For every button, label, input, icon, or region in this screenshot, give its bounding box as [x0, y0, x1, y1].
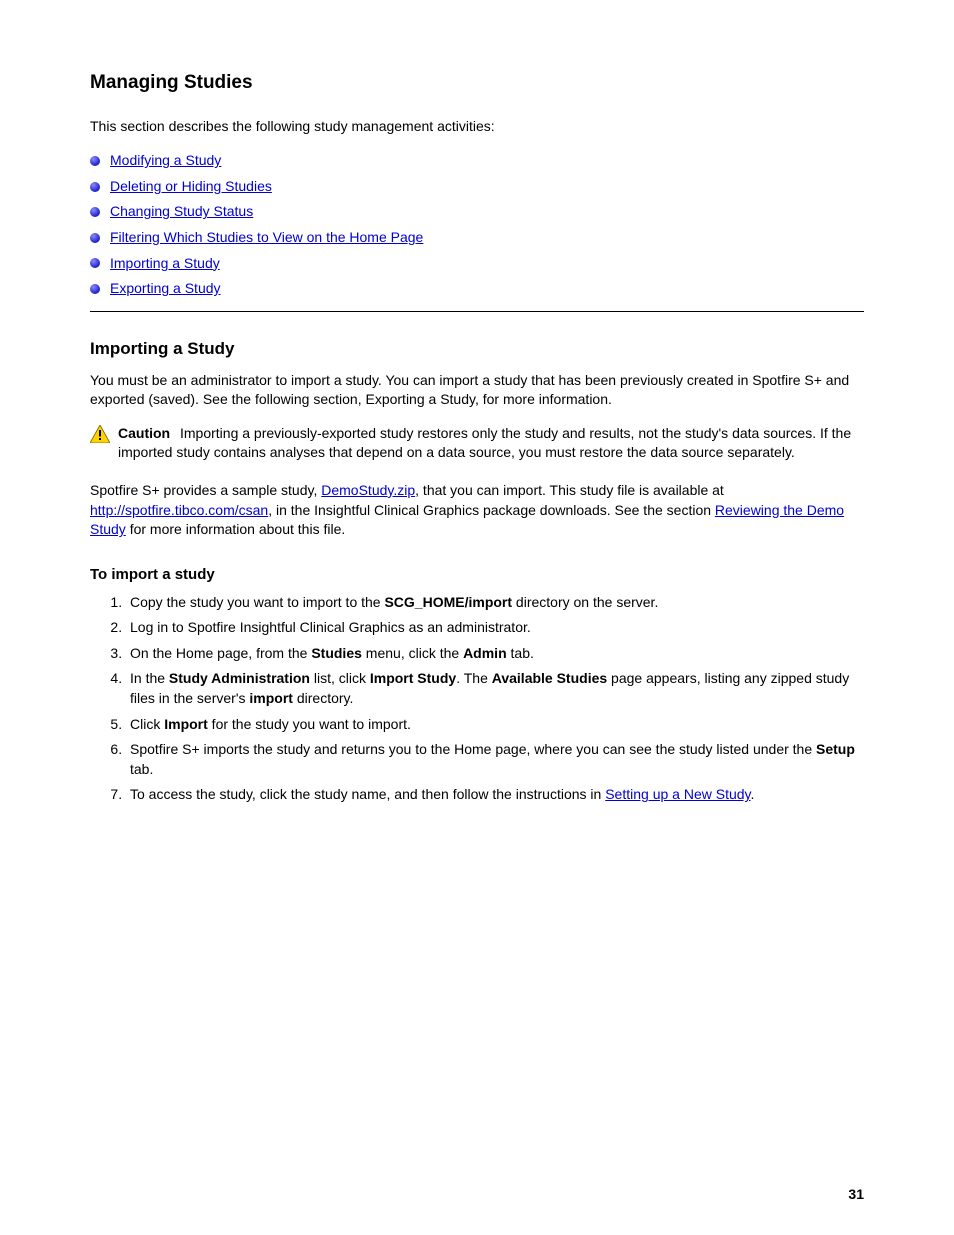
- step5-after: for the study you want to import.: [208, 716, 411, 732]
- link-setting-up-study[interactable]: Setting up a New Study: [605, 786, 750, 802]
- p2-pre: Spotfire S+ provides a sample study,: [90, 482, 321, 498]
- list-item: Changing Study Status: [90, 202, 864, 222]
- step6-pre: Spotfire S+ imports the study and return…: [130, 741, 816, 757]
- paragraph-1: You must be an administrator to import a…: [90, 371, 864, 410]
- bullet-icon: [90, 182, 100, 192]
- p2-mid1: , that you can import. This study file i…: [415, 482, 724, 498]
- step-1: Copy the study you want to import to the…: [126, 593, 864, 613]
- step4-mid2: . The: [456, 670, 492, 686]
- step4-pre: In the: [130, 670, 169, 686]
- link-deleting-hiding[interactable]: Deleting or Hiding Studies: [110, 177, 272, 197]
- step3-mid: menu, click the: [362, 645, 463, 661]
- link-filtering[interactable]: Filtering Which Studies to View on the H…: [110, 228, 423, 248]
- paragraph-2: Spotfire S+ provides a sample study, Dem…: [90, 481, 864, 540]
- step4-bold: Study Administration: [169, 670, 310, 686]
- caution-label: Caution: [118, 425, 170, 441]
- steps-list: Copy the study you want to import to the…: [90, 593, 864, 805]
- bullet-icon: [90, 258, 100, 268]
- page: Managing Studies This section describes …: [0, 0, 954, 1235]
- step4-bold4: import: [249, 690, 293, 706]
- step5-pre: Click: [130, 716, 164, 732]
- section-title: Managing Studies: [90, 70, 864, 97]
- p2-mid2: , in the Insightful Clinical Graphics pa…: [268, 502, 715, 518]
- divider: [90, 311, 864, 312]
- step-7: To access the study, click the study nam…: [126, 785, 864, 805]
- warning-icon: [90, 425, 110, 443]
- step1-bold: SCG_HOME/import: [384, 594, 512, 610]
- list-item: Exporting a Study: [90, 279, 864, 299]
- step4-bold3: Available Studies: [492, 670, 607, 686]
- step1-pre: Copy the study you want to import to the: [130, 594, 384, 610]
- subsub-to-import: To import a study: [90, 564, 864, 585]
- step4-bold2: Import Study: [370, 670, 456, 686]
- bullet-icon: [90, 233, 100, 243]
- link-changing-status[interactable]: Changing Study Status: [110, 202, 253, 222]
- step-5: Click Import for the study you want to i…: [126, 715, 864, 735]
- bullet-icon: [90, 207, 100, 217]
- page-number: 31: [848, 1185, 864, 1205]
- subhead-importing: Importing a Study: [90, 337, 864, 361]
- step-3: On the Home page, from the Studies menu,…: [126, 644, 864, 664]
- link-demostudy-zip[interactable]: DemoStudy.zip: [321, 482, 415, 498]
- list-item: Filtering Which Studies to View on the H…: [90, 228, 864, 248]
- link-importing[interactable]: Importing a Study: [110, 254, 220, 274]
- link-modifying-study[interactable]: Modifying a Study: [110, 151, 221, 171]
- step5-bold: Import: [164, 716, 208, 732]
- step6-after: tab.: [130, 761, 153, 777]
- bullet-icon: [90, 284, 100, 294]
- step4-after: directory.: [293, 690, 353, 706]
- step6-bold: Setup: [816, 741, 855, 757]
- list-item: Deleting or Hiding Studies: [90, 177, 864, 197]
- list-item: Importing a Study: [90, 254, 864, 274]
- step4-mid1: list, click: [310, 670, 370, 686]
- intro-text: This section describes the following stu…: [90, 117, 864, 137]
- link-list: Modifying a Study Deleting or Hiding Stu…: [90, 151, 864, 299]
- link-csan-url[interactable]: http://spotfire.tibco.com/csan: [90, 502, 268, 518]
- step-6: Spotfire S+ imports the study and return…: [126, 740, 864, 779]
- caution-block: Caution Importing a previously-exported …: [90, 424, 864, 463]
- step7-after: .: [751, 786, 755, 802]
- caution-text-wrap: Caution Importing a previously-exported …: [118, 424, 864, 463]
- list-item: Modifying a Study: [90, 151, 864, 171]
- step-2: Log in to Spotfire Insightful Clinical G…: [126, 618, 864, 638]
- step3-pre: On the Home page, from the: [130, 645, 311, 661]
- caution-text: Importing a previously-exported study re…: [118, 425, 851, 461]
- step-4: In the Study Administration list, click …: [126, 669, 864, 708]
- step3-after: tab.: [507, 645, 534, 661]
- step7-pre: To access the study, click the study nam…: [130, 786, 605, 802]
- bullet-icon: [90, 156, 100, 166]
- step3-bold: Studies: [311, 645, 362, 661]
- step1-after: directory on the server.: [512, 594, 658, 610]
- p2-after: for more information about this file.: [126, 521, 345, 537]
- link-exporting[interactable]: Exporting a Study: [110, 279, 221, 299]
- step3-bold2: Admin: [463, 645, 507, 661]
